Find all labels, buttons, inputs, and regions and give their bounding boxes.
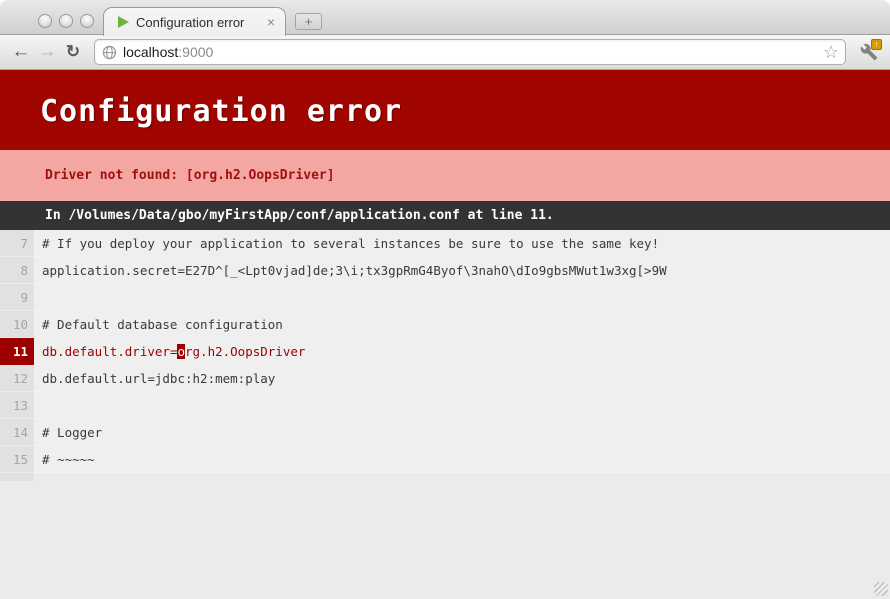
close-window-button[interactable] — [38, 14, 52, 28]
line-number: 8 — [0, 257, 34, 284]
line-content: db.default.url=jdbc:h2:mem:play — [34, 365, 890, 392]
code-line-7: 7# If you deploy your application to sev… — [0, 230, 890, 257]
line-content — [34, 392, 890, 419]
line-content: # Logger — [34, 419, 890, 446]
tab-close-icon[interactable]: × — [265, 15, 277, 29]
line-content: # If you deploy your application to seve… — [34, 230, 890, 257]
line-content — [34, 284, 890, 311]
line-number: 7 — [0, 230, 34, 257]
error-location: In /Volumes/Data/gbo/myFirstApp/conf/app… — [0, 201, 890, 230]
line-content: # Default database configuration — [34, 311, 890, 338]
browser-window: Configuration error × + ← → ↻ localhost:… — [0, 0, 890, 599]
code-line-8: 8application.secret=E27D^[_<Lpt0vjad]de;… — [0, 257, 890, 284]
line-number: 14 — [0, 419, 34, 446]
line-number: 9 — [0, 284, 34, 311]
tab-title: Configuration error — [136, 15, 265, 30]
gutter-tail — [0, 473, 34, 481]
line-number: 11 — [0, 338, 34, 365]
error-page: Configuration error Driver not found: [o… — [0, 70, 890, 598]
url-host: localhost — [123, 44, 178, 60]
code-line-15: 15# ~~~~~ — [0, 446, 890, 473]
globe-icon — [102, 45, 117, 60]
code-line-14: 14# Logger — [0, 419, 890, 446]
window-controls — [38, 14, 94, 28]
code-line-12: 12db.default.url=jdbc:h2:mem:play — [0, 365, 890, 392]
back-button[interactable]: ← — [8, 39, 34, 65]
page-title: Configuration error — [0, 70, 890, 150]
code-listing: 7# If you deploy your application to sev… — [0, 230, 890, 473]
resize-grip[interactable] — [874, 582, 888, 596]
forward-button[interactable]: → — [34, 39, 60, 65]
line-number: 10 — [0, 311, 34, 338]
code-line-13: 13 — [0, 392, 890, 419]
bookmark-star-icon[interactable]: ☆ — [823, 43, 839, 61]
tab-strip: Configuration error × + — [0, 0, 890, 35]
code-line-11: 11db.default.driver=org.h2.OopsDriver — [0, 338, 890, 365]
code-line-10: 10# Default database configuration — [0, 311, 890, 338]
error-message: Driver not found: [org.h2.OopsDriver] — [0, 150, 890, 201]
update-badge: ↑ — [871, 39, 882, 50]
line-content: # ~~~~~ — [34, 446, 890, 473]
line-content: application.secret=E27D^[_<Lpt0vjad]de;3… — [34, 257, 890, 284]
browser-toolbar: ← → ↻ localhost:9000 ☆ ↑ — [0, 35, 890, 70]
url-port: :9000 — [178, 44, 213, 60]
play-framework-icon — [118, 16, 129, 28]
reload-button[interactable]: ↻ — [60, 39, 86, 65]
line-number: 12 — [0, 365, 34, 392]
minimize-window-button[interactable] — [59, 14, 73, 28]
browser-tab[interactable]: Configuration error × — [103, 7, 286, 36]
line-content: db.default.driver=org.h2.OopsDriver — [34, 338, 890, 365]
code-line-9: 9 — [0, 284, 890, 311]
zoom-window-button[interactable] — [80, 14, 94, 28]
error-marker: o — [177, 344, 185, 359]
line-number: 13 — [0, 392, 34, 419]
line-number: 15 — [0, 446, 34, 473]
address-bar[interactable]: localhost:9000 ☆ — [94, 39, 846, 65]
settings-wrench-button[interactable]: ↑ — [856, 39, 882, 65]
new-tab-button[interactable]: + — [295, 13, 322, 30]
